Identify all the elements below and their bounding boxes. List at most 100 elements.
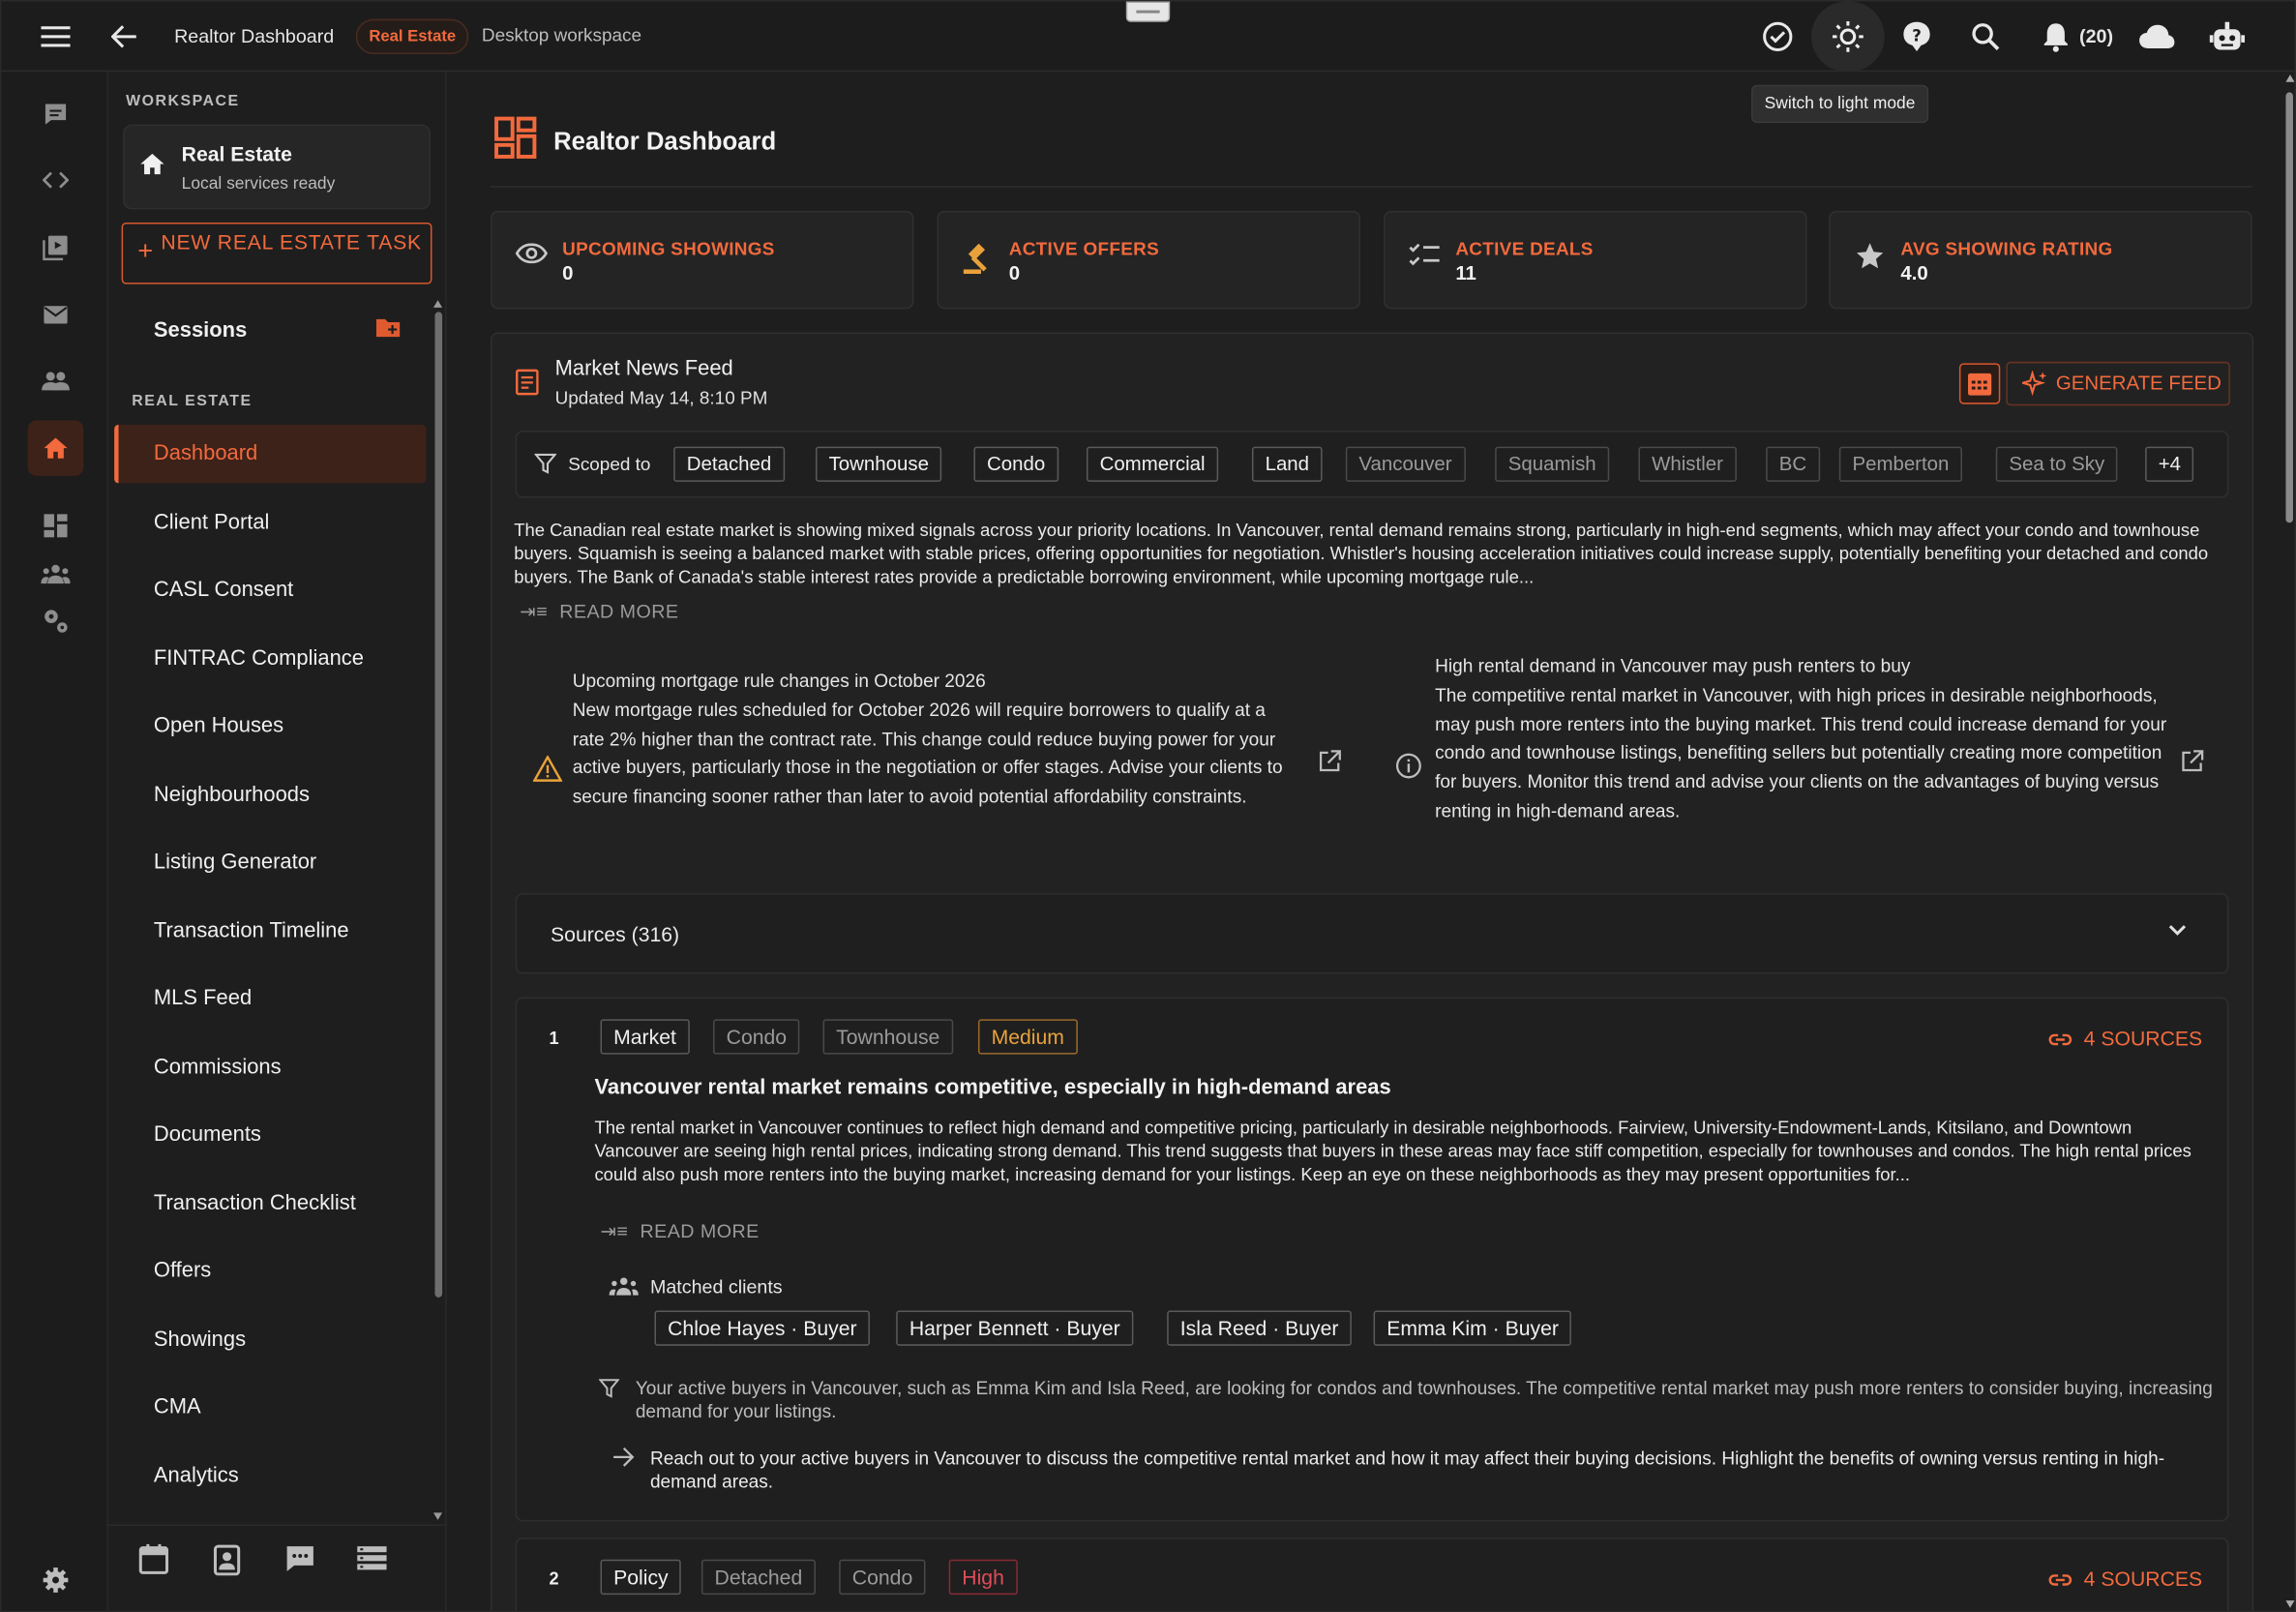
sidebar-item-analytics[interactable]: Analytics [114,1447,426,1506]
search-icon[interactable] [1956,8,2015,67]
sessions-label[interactable]: Sessions [154,319,247,343]
scope-chip-detached[interactable]: Detached [673,446,785,482]
sidebar-item-fintrac-compliance[interactable]: FINTRAC Compliance [114,630,426,689]
sidebar-item-documents[interactable]: Documents [114,1106,426,1165]
news-headline[interactable]: Vancouver rental market remains competit… [594,1076,1390,1099]
new-session-folder-icon[interactable] [374,316,401,339]
read-more-label: READ MORE [559,600,679,623]
open-external-icon[interactable] [2180,750,2204,773]
sources-accordion[interactable]: Sources (316) [515,893,2229,974]
window-drag-handle[interactable] [1125,1,1171,22]
main-scrollbar[interactable] [2282,72,2295,1611]
scope-chip-condo[interactable]: Condo [973,446,1059,482]
sidebar-item-casl-consent[interactable]: CASL Consent [114,561,426,620]
chat-icon[interactable] [28,86,84,142]
gavel-icon [961,242,996,277]
news-sources-link[interactable]: 4 SOURCES [2048,1027,2202,1050]
stat-card-avg-showing-rating[interactable]: AVG SHOWING RATING 4.0 [1829,210,2252,310]
people-icon[interactable] [28,353,84,409]
sidebar-item-client-portal[interactable]: Client Portal [114,493,426,552]
client-chip-emma-kim[interactable]: Emma Kim · Buyer [1373,1310,1572,1346]
news-tag-property[interactable]: Condo [839,1559,926,1596]
top-bar: Realtor Dashboard Real Estate Desktop wo… [1,1,2295,73]
main-scroll-thumb[interactable] [2285,92,2293,523]
contact-card-icon[interactable] [211,1543,243,1576]
news-tag-priority[interactable]: Medium [977,1019,1078,1055]
sidebar-scroll-thumb[interactable] [434,312,443,1298]
sidebar-item-dashboard[interactable]: Dashboard [114,424,427,484]
code-icon[interactable] [28,152,84,208]
sidebar-scrollbar[interactable] [432,300,444,1520]
workspace-chip[interactable]: Real Estate [355,18,469,54]
scroll-down-arrow-icon[interactable] [432,1512,443,1520]
sidebar-item-transaction-checklist[interactable]: Transaction Checklist [114,1175,426,1234]
eye-icon [515,243,549,264]
back-arrow-icon[interactable] [95,8,154,67]
sidebar-item-cma[interactable]: CMA [114,1378,426,1437]
stat-card-active-offers[interactable]: ACTIVE OFFERS 0 [937,210,1360,310]
scroll-up-arrow-icon[interactable] [432,300,443,308]
stat-value: 0 [562,261,574,284]
help-icon[interactable]: ? [1888,8,1947,67]
more-chips-button[interactable]: +4 [2145,446,2194,482]
scroll-up-arrow-icon[interactable] [2285,75,2295,82]
news-tag-category[interactable]: Market [600,1019,690,1055]
client-chip-harper-bennett[interactable]: Harper Bennett · Buyer [896,1310,1134,1346]
location-chip-whistler[interactable]: Whistler [1638,446,1737,482]
sidebar-item-showings[interactable]: Showings [114,1310,426,1369]
real-estate-section-label: REAL ESTATE [132,392,253,410]
news-tag-property[interactable]: Detached [701,1559,816,1596]
media-library-icon[interactable] [28,220,84,276]
news-sources-link[interactable]: 4 SOURCES [2048,1567,2203,1591]
location-chip-sea-to-sky[interactable]: Sea to Sky [1995,446,2118,482]
sidebar-item-commissions[interactable]: Commissions [114,1038,426,1097]
scope-chip-land[interactable]: Land [1251,446,1323,482]
gear-icon[interactable] [28,1552,84,1608]
location-chip-pemberton[interactable]: Pemberton [1838,446,1963,482]
sidebar-item-neighbourhoods[interactable]: Neighbourhoods [114,766,426,825]
check-circle-icon[interactable] [1748,8,1807,67]
feed-updated-time: Updated May 14, 8:10 PM [554,388,768,409]
stat-card-active-deals[interactable]: ACTIVE DEALS 11 [1384,210,1807,310]
scope-chip-commercial[interactable]: Commercial [1086,446,1219,482]
sidebar-item-offers[interactable]: Offers [114,1241,426,1300]
alert-body: New mortgage rules scheduled for October… [572,700,1283,808]
sidebar-item-mls-feed[interactable]: MLS Feed [114,970,426,1029]
location-chip-squamish[interactable]: Squamish [1495,446,1610,482]
read-more-button[interactable]: ⇥≡ READ MORE [600,1220,759,1243]
new-task-button[interactable]: + NEW REAL ESTATE TASK [121,223,432,284]
generate-feed-button[interactable]: GENERATE FEED [2006,361,2230,406]
scope-chip-townhouse[interactable]: Townhouse [815,446,942,482]
robot-icon[interactable] [2198,8,2257,67]
workspace-card[interactable]: Real Estate Local services ready [123,124,431,210]
read-more-button[interactable]: ⇥≡ READ MORE [520,600,678,623]
message-icon[interactable] [284,1543,316,1572]
home-icon[interactable] [27,420,84,476]
client-chip-isla-reed[interactable]: Isla Reed · Buyer [1167,1310,1353,1346]
sidebar-item-listing-generator[interactable]: Listing Generator [114,833,426,892]
cloud-icon[interactable] [2128,8,2187,67]
stat-card-upcoming-showings[interactable]: UPCOMING SHOWINGS 0 [490,210,914,310]
news-tag-priority[interactable]: High [948,1559,1018,1596]
news-tag-property[interactable]: Condo [713,1019,800,1055]
sidebar-item-open-houses[interactable]: Open Houses [114,697,426,756]
menu-icon[interactable] [26,8,85,67]
sidebar-item-transaction-timeline[interactable]: Transaction Timeline [114,902,426,961]
location-chip-vancouver[interactable]: Vancouver [1345,446,1466,482]
open-external-icon[interactable] [1318,750,1341,773]
client-chip-chloe-hayes[interactable]: Chloe Hayes · Buyer [654,1310,871,1346]
news-sources-label: 4 SOURCES [2083,1567,2203,1591]
calendar-icon[interactable] [137,1543,169,1575]
theme-toggle-button[interactable] [1811,1,1885,73]
news-tag-property[interactable]: Townhouse [822,1019,953,1055]
schedule-button[interactable] [1958,363,2001,404]
news-tag-category[interactable]: Policy [600,1559,682,1596]
bell-icon[interactable] [2027,8,2086,67]
mail-icon[interactable] [28,287,84,343]
location-chip-bc[interactable]: BC [1766,446,1820,482]
chevron-down-icon[interactable] [2165,918,2189,941]
settings-gears-icon[interactable] [28,593,84,649]
list-icon[interactable] [356,1543,388,1572]
dashboard-grid-icon[interactable] [28,498,84,554]
scroll-down-arrow-icon[interactable] [2285,1600,2295,1608]
